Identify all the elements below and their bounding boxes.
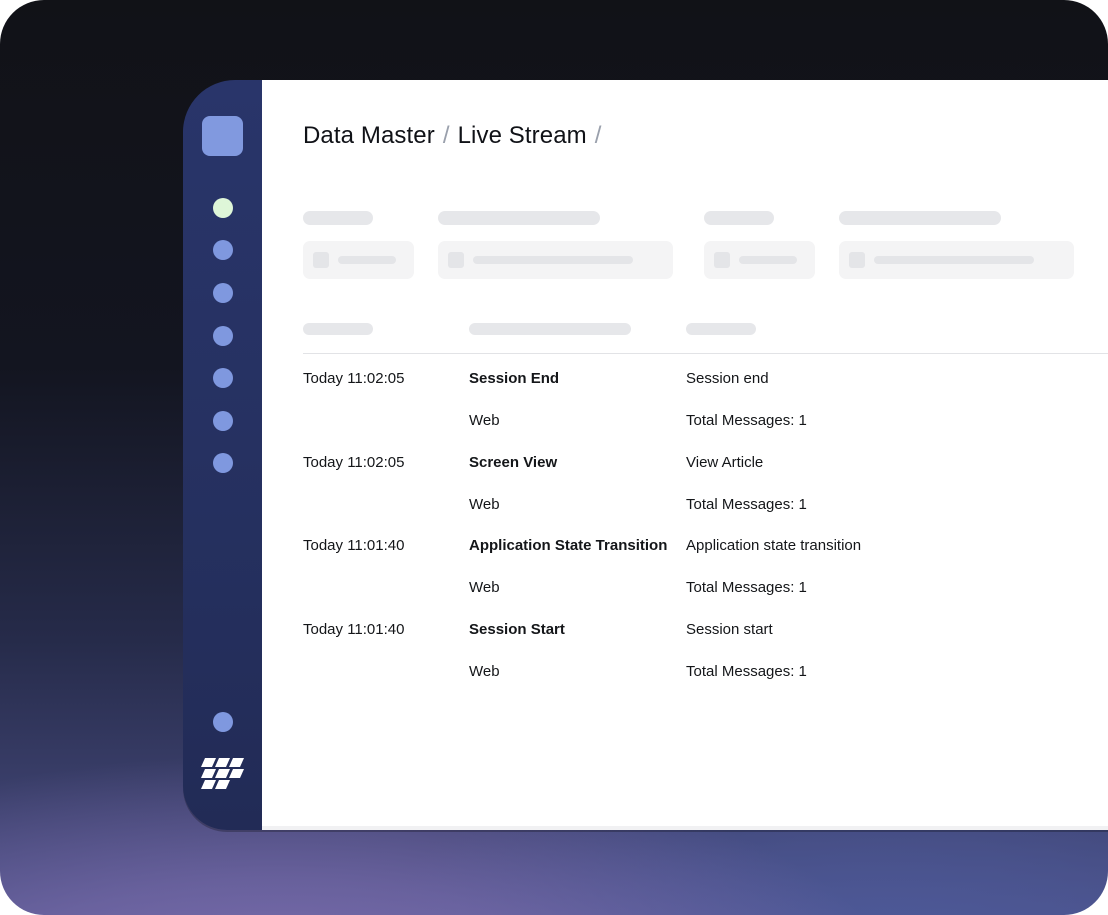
event-name: Session End	[469, 370, 560, 387]
event-name: Session Start	[469, 621, 565, 638]
sidebar	[183, 80, 262, 830]
app-window: Data Master / Live Stream / Today 11:02:…	[183, 80, 1108, 830]
sidebar-item-1[interactable]	[213, 198, 233, 218]
filter-label-placeholder	[438, 211, 600, 225]
event-description: Application state transition	[686, 537, 862, 554]
filter-label-placeholder	[839, 211, 1001, 225]
sidebar-item-6[interactable]	[213, 411, 233, 431]
event-time: Today 11:01:40	[303, 621, 405, 638]
filter-label-placeholder	[704, 211, 774, 225]
event-messages: Total Messages: 1	[686, 412, 807, 429]
event-platform: Web	[469, 663, 500, 680]
breadcrumb-data-master[interactable]: Data Master	[303, 122, 435, 149]
event-platform: Web	[469, 412, 500, 429]
filter-icon-placeholder	[714, 252, 730, 268]
event-time: Today 11:02:05	[303, 370, 405, 387]
breadcrumb: Data Master / Live Stream /	[303, 122, 610, 150]
event-messages: Total Messages: 1	[686, 663, 807, 680]
column-header-placeholder	[686, 323, 756, 335]
bottom-edge	[262, 826, 1108, 830]
filter-input-placeholder[interactable]	[704, 241, 815, 279]
breadcrumb-separator: /	[594, 122, 602, 149]
filter-input-placeholder[interactable]	[303, 241, 414, 279]
filter-input-placeholder[interactable]	[839, 241, 1074, 279]
sidebar-item-5[interactable]	[213, 368, 233, 388]
filter-icon-placeholder	[849, 252, 865, 268]
breadcrumb-live-stream[interactable]: Live Stream	[458, 122, 587, 149]
event-name: Screen View	[469, 454, 558, 471]
filter-icon-placeholder	[448, 252, 464, 268]
event-messages: Total Messages: 1	[686, 496, 807, 513]
brand-mark-icon	[201, 758, 244, 789]
event-time: Today 11:01:40	[303, 537, 405, 554]
column-header-placeholder	[469, 323, 631, 335]
event-description: Session start	[686, 621, 773, 638]
sidebar-item-4[interactable]	[213, 326, 233, 346]
sidebar-item-3[interactable]	[213, 283, 233, 303]
app-logo-icon[interactable]	[202, 116, 243, 156]
filter-text-placeholder	[338, 256, 396, 264]
filter-text-placeholder	[874, 256, 1034, 264]
filter-text-placeholder	[473, 256, 633, 264]
main-panel: Data Master / Live Stream / Today 11:02:…	[262, 80, 1108, 830]
event-description: Session end	[686, 370, 769, 387]
event-messages: Total Messages: 1	[686, 579, 807, 596]
filter-icon-placeholder	[313, 252, 329, 268]
sidebar-item-2[interactable]	[213, 240, 233, 260]
table-divider	[303, 353, 1108, 354]
filter-text-placeholder	[739, 256, 797, 264]
filter-label-placeholder	[303, 211, 373, 225]
event-platform: Web	[469, 496, 500, 513]
settings-dot-icon[interactable]	[213, 712, 233, 732]
column-header-placeholder	[303, 323, 373, 335]
background-frame: Data Master / Live Stream / Today 11:02:…	[0, 0, 1108, 915]
breadcrumb-separator: /	[442, 122, 450, 149]
event-name: Application State Transition	[469, 537, 668, 554]
event-description: View Article	[686, 454, 764, 471]
event-time: Today 11:02:05	[303, 454, 405, 471]
sidebar-item-7[interactable]	[213, 453, 233, 473]
event-platform: Web	[469, 579, 500, 596]
filter-input-placeholder[interactable]	[438, 241, 673, 279]
